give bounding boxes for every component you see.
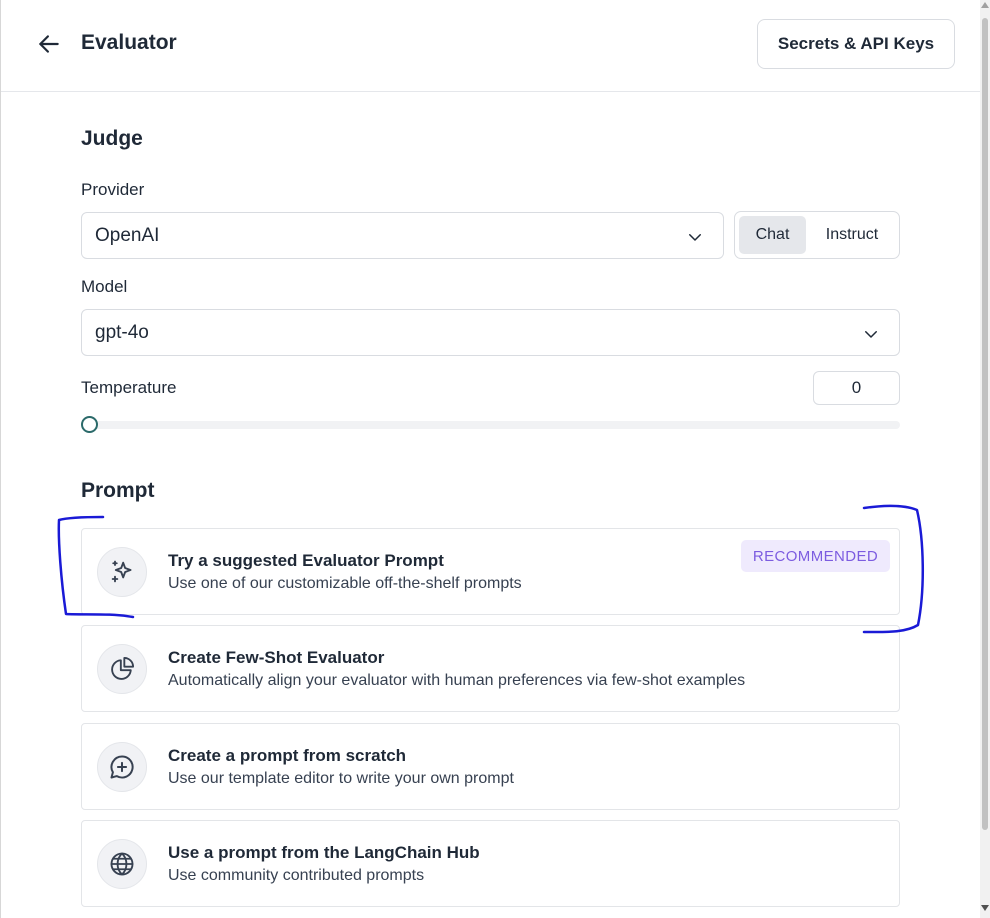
provider-label: Provider xyxy=(81,180,145,199)
option-title: Use a prompt from the LangChain Hub xyxy=(168,843,480,862)
temperature-slider-thumb[interactable] xyxy=(81,416,98,433)
option-title: Create Few-Shot Evaluator xyxy=(168,648,385,667)
option-description: Automatically align your evaluator with … xyxy=(168,672,746,689)
prompt-option-from-scratch[interactable]: Create a prompt from scratch Use our tem… xyxy=(81,723,900,810)
evaluator-page: Evaluator Secrets & API Keys Judge Provi… xyxy=(1,0,980,918)
sparkles-icon xyxy=(111,560,132,583)
provider-value: OpenAI xyxy=(95,225,160,246)
temperature-input[interactable]: 0 xyxy=(813,371,900,405)
model-select[interactable]: gpt-4o xyxy=(81,309,900,356)
pie-chart-icon xyxy=(111,656,135,680)
prompt-option-langchain-hub[interactable]: Use a prompt from the LangChain Hub Use … xyxy=(81,820,900,907)
option-description: Use our template editor to write your ow… xyxy=(168,770,514,787)
model-value: gpt-4o xyxy=(95,322,149,343)
provider-select[interactable]: OpenAI xyxy=(81,212,724,259)
chevron-down-icon xyxy=(689,234,701,241)
temperature-slider-track[interactable] xyxy=(81,421,900,429)
message-plus-icon xyxy=(110,755,134,779)
recommended-badge: RECOMMENDED xyxy=(741,540,890,572)
option-description: Use one of our customizable off-the-shel… xyxy=(168,575,522,592)
model-label: Model xyxy=(81,277,128,296)
arrow-left-icon xyxy=(39,35,59,53)
icon-wrapper xyxy=(97,839,147,889)
temperature-label: Temperature xyxy=(81,378,177,397)
judge-section-title: Judge xyxy=(81,127,143,150)
prompt-section-title: Prompt xyxy=(81,479,155,502)
back-button[interactable] xyxy=(35,30,63,58)
prompt-option-suggested[interactable]: Try a suggested Evaluator Prompt Use one… xyxy=(81,528,900,615)
option-title: Try a suggested Evaluator Prompt xyxy=(168,551,444,570)
provider-mode-toggle: Chat Instruct xyxy=(734,211,900,259)
icon-wrapper xyxy=(97,742,147,792)
icon-wrapper xyxy=(97,644,147,694)
secrets-api-keys-button[interactable]: Secrets & API Keys xyxy=(757,19,955,69)
option-title: Create a prompt from scratch xyxy=(168,746,407,765)
prompt-option-few-shot[interactable]: Create Few-Shot Evaluator Automatically … xyxy=(81,625,900,712)
scroll-down-arrow-icon[interactable] xyxy=(981,905,989,911)
globe-icon xyxy=(110,852,134,876)
vertical-scrollbar[interactable] xyxy=(980,0,990,918)
icon-wrapper xyxy=(97,547,147,597)
mode-instruct-button[interactable]: Instruct xyxy=(811,216,893,254)
option-description: Use community contributed prompts xyxy=(168,867,425,884)
chevron-down-icon xyxy=(865,331,877,338)
mode-chat-button[interactable]: Chat xyxy=(739,216,806,254)
scroll-up-arrow-icon[interactable] xyxy=(981,2,989,8)
scrollbar-thumb[interactable] xyxy=(982,18,988,830)
page-title: Evaluator xyxy=(81,31,177,54)
page-header: Evaluator Secrets & API Keys xyxy=(1,0,980,92)
